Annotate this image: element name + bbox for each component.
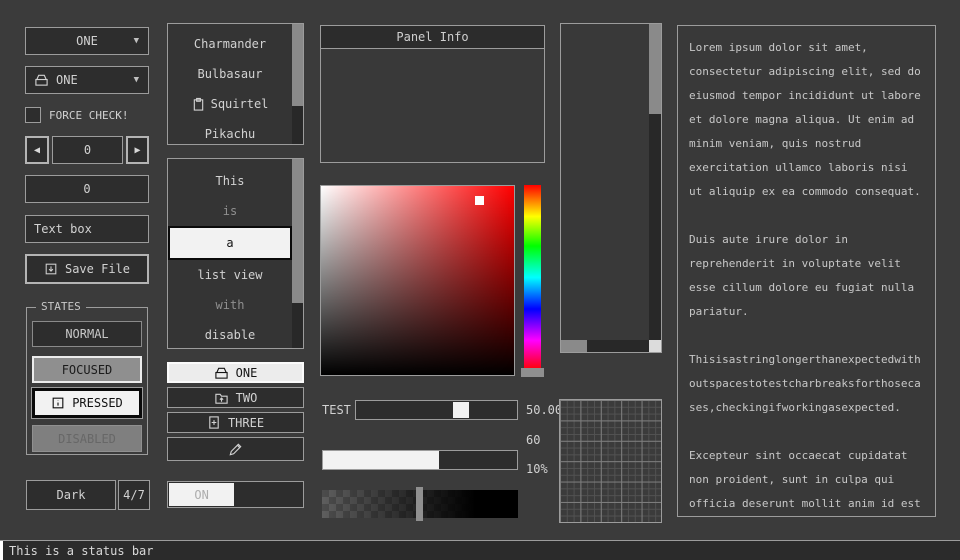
- arrow-left-icon: ◀: [34, 145, 40, 156]
- scrollbar-thumb[interactable]: [292, 159, 303, 303]
- info-icon: [51, 396, 65, 410]
- scroll-area: [560, 23, 662, 353]
- test-slider[interactable]: [355, 400, 518, 420]
- dropdown-simple[interactable]: ONE ▼: [25, 27, 149, 55]
- test-slider-label: TEST: [322, 400, 352, 420]
- number-display: 0: [25, 175, 149, 203]
- clipboard-icon: [192, 97, 205, 112]
- pager-button[interactable]: 4/7: [118, 480, 150, 510]
- alpha-slider[interactable]: [322, 490, 518, 518]
- color-cursor[interactable]: [475, 196, 484, 205]
- stepper-increment-button[interactable]: ▶: [126, 136, 149, 164]
- dropdown-icon-value: ONE: [56, 73, 78, 87]
- scrollbar-corner[interactable]: [649, 340, 661, 352]
- folder-up-icon: [214, 391, 229, 405]
- list-item[interactable]: Charmander: [168, 29, 292, 59]
- test-slider-value: 50.00: [526, 400, 562, 420]
- paragraph: Lorem ipsum dolor sit amet, consectetur …: [689, 36, 924, 204]
- state-button-focused[interactable]: FOCUSED: [32, 356, 142, 383]
- edit-button[interactable]: [167, 437, 304, 461]
- chevron-down-icon: ▼: [134, 76, 139, 85]
- test-slider-handle[interactable]: [453, 402, 469, 418]
- save-file-button[interactable]: Save File: [25, 254, 149, 284]
- pokemon-list: Charmander Bulbasaur Squirtel Pikachu: [167, 23, 304, 145]
- demo-list-scrollbar[interactable]: [292, 159, 303, 348]
- scroll-area-vscrollbar[interactable]: [649, 24, 661, 340]
- toggle-label: ON: [194, 488, 208, 502]
- toggle-knob[interactable]: ON: [169, 483, 234, 506]
- list-item[interactable]: This: [168, 166, 292, 196]
- state-button-pressed[interactable]: PRESSED: [32, 388, 142, 418]
- scrollbar-thumb[interactable]: [561, 340, 587, 352]
- action-button-three[interactable]: THREE: [167, 412, 304, 433]
- states-group-title: STATES: [36, 300, 86, 313]
- state-button-normal[interactable]: NORMAL: [32, 321, 142, 347]
- stepper-decrement-button[interactable]: ◀: [25, 136, 49, 164]
- list-item-disabled: is: [168, 196, 292, 226]
- save-icon: [44, 262, 58, 276]
- list-item-selected[interactable]: a: [168, 226, 292, 260]
- arrow-right-icon: ▶: [134, 145, 140, 156]
- text-input-value: Text box: [34, 222, 92, 236]
- list-item[interactable]: Pikachu: [168, 119, 292, 149]
- scroll-area-hscrollbar[interactable]: [561, 340, 649, 352]
- status-bar-text: This is a status bar: [3, 544, 154, 558]
- paragraph: Excepteur sint occaecat cupidatat non pr…: [689, 444, 924, 517]
- folder-icon: [214, 366, 229, 380]
- scrollbar-thumb[interactable]: [292, 24, 303, 106]
- hue-handle[interactable]: [521, 368, 544, 377]
- list-item-disabled: with: [168, 290, 292, 320]
- demo-list: This is a list view with disable: [167, 158, 304, 349]
- list-item[interactable]: Bulbasaur: [168, 59, 292, 89]
- action-button-one[interactable]: ONE: [167, 362, 304, 383]
- action-button-two[interactable]: TWO: [167, 387, 304, 408]
- dropdown-simple-value: ONE: [76, 34, 98, 48]
- chevron-down-icon: ▼: [134, 37, 139, 46]
- progress-bar: [322, 450, 518, 470]
- theme-button[interactable]: Dark: [26, 480, 116, 510]
- pencil-icon: [227, 441, 244, 458]
- force-check-checkbox[interactable]: FORCE CHECK!: [25, 106, 149, 124]
- alpha-handle[interactable]: [416, 487, 423, 521]
- list-item[interactable]: list view: [168, 260, 292, 290]
- text-input[interactable]: Text box: [25, 215, 149, 243]
- small-slider-value: 10%: [526, 459, 548, 478]
- checkbox-box[interactable]: [25, 107, 41, 123]
- save-file-label: Save File: [65, 262, 130, 276]
- progress-value: 60: [526, 430, 540, 450]
- widget-gallery-window: ONE ▼ ONE ▼ FORCE CHECK! ◀ 0 ▶ 0 Text bo…: [0, 0, 960, 560]
- on-toggle[interactable]: ON: [167, 481, 304, 508]
- lorem-text-panel: Lorem ipsum dolor sit amet, consectetur …: [677, 25, 936, 517]
- paragraph: Thisisastringlongerthanexpectedwithoutsp…: [689, 348, 924, 420]
- scrollbar-thumb[interactable]: [649, 24, 661, 114]
- folder-icon: [34, 73, 49, 87]
- progress-fill: [323, 451, 439, 469]
- info-panel-title: Panel Info: [321, 26, 544, 49]
- color-saturation-square[interactable]: [320, 185, 515, 376]
- state-button-disabled: DISABLED: [32, 425, 142, 452]
- checkbox-label: FORCE CHECK!: [49, 109, 128, 122]
- grid-canvas: [559, 399, 662, 523]
- status-bar: This is a status bar: [0, 540, 960, 560]
- pokemon-list-scrollbar[interactable]: [292, 24, 303, 144]
- list-item[interactable]: Squirtel: [168, 89, 292, 119]
- info-panel: Panel Info: [320, 25, 545, 163]
- dropdown-icon[interactable]: ONE ▼: [25, 66, 149, 94]
- stepper-value: 0: [52, 136, 123, 164]
- file-plus-icon: [207, 415, 221, 430]
- paragraph: Duis aute irure dolor in reprehenderit i…: [689, 228, 924, 324]
- list-item[interactable]: disable: [168, 320, 292, 350]
- hue-bar[interactable]: [524, 185, 541, 370]
